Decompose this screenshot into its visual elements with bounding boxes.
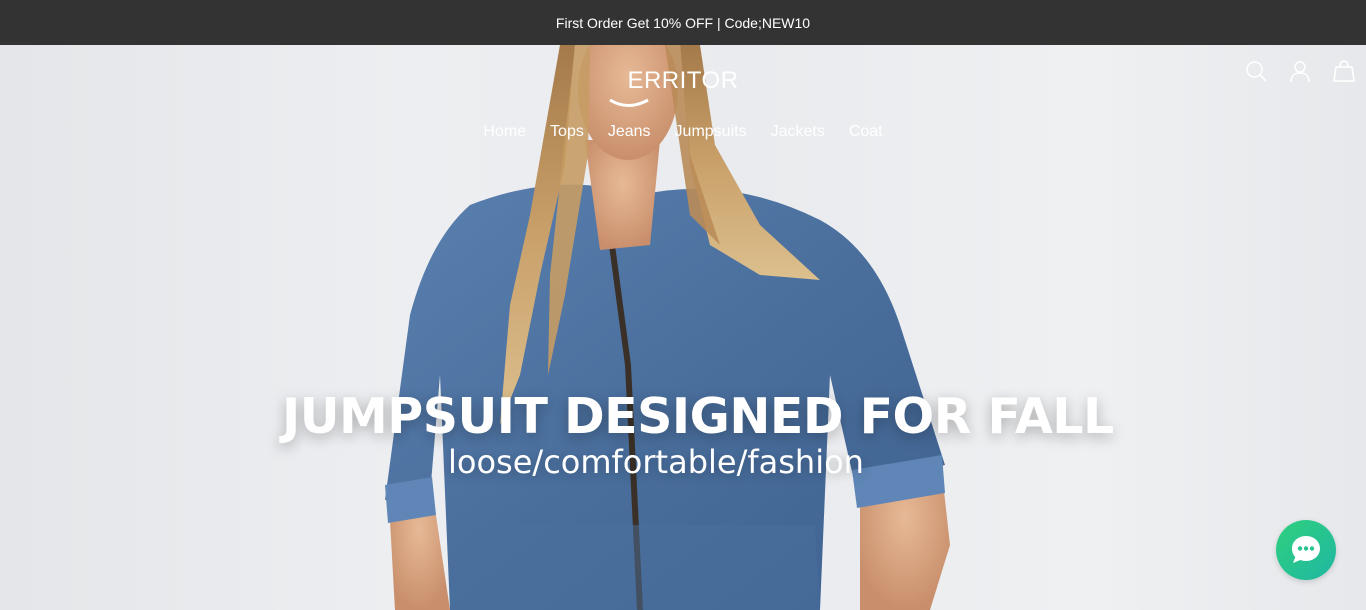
announcement-text: First Order Get 10% OFF | Code;NEW10 [555,14,811,31]
cart-icon[interactable] [1332,59,1356,83]
hero-headline: JUMPSUIT DESIGNED FOR FALL [282,388,1114,445]
nav-coat[interactable]: Coat [849,123,883,141]
chat-button[interactable] [1276,520,1336,580]
search-icon[interactable] [1244,59,1268,83]
nav-jeans[interactable]: Jeans [608,123,651,141]
chat-bubble-icon [1292,536,1320,563]
nav-tops[interactable]: Tops [550,123,584,141]
account-icon[interactable] [1288,59,1312,83]
store-logo[interactable]: ERRITOR [0,67,1366,95]
nav-jumpsuits[interactable]: Jumpsuits [675,123,747,141]
hero-banner[interactable]: ERRITOR Home Tops Jeans Jumpsuits Jacket… [0,45,1366,610]
hero-subheadline: loose/comfortable/fashion [448,443,864,481]
header-actions [1244,59,1356,83]
nav-jackets[interactable]: Jackets [771,123,825,141]
nav-home[interactable]: Home [483,123,526,141]
main-navigation: Home Tops Jeans Jumpsuits Jackets Coat [0,123,1366,141]
announcement-bar: First Order Get 10% OFF | Code;NEW10 [0,0,1366,45]
